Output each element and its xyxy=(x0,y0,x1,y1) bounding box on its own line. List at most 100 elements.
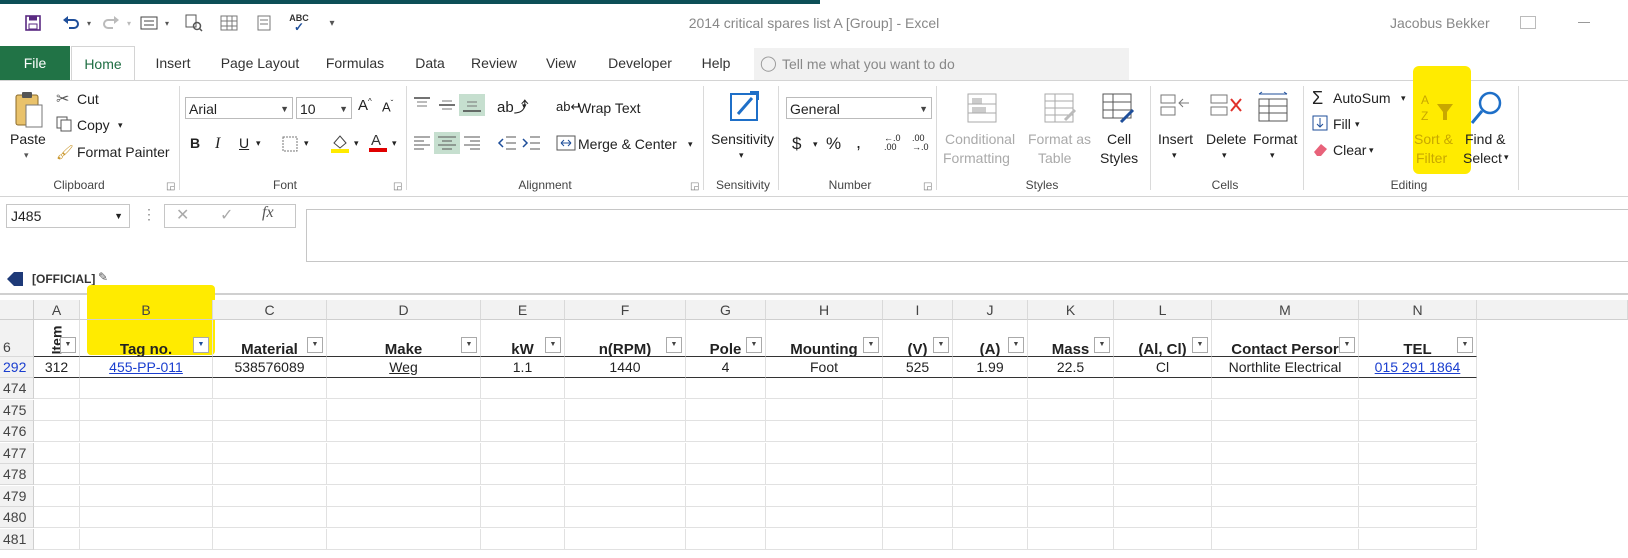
empty-cell[interactable] xyxy=(1359,528,1477,550)
borders-dropdown-icon[interactable]: ▾ xyxy=(304,138,309,149)
autosum-button[interactable]: AutoSum xyxy=(1333,90,1391,106)
empty-cell[interactable] xyxy=(1212,378,1359,399)
wrap-text-button[interactable]: Wrap Text xyxy=(578,100,641,116)
empty-cell[interactable] xyxy=(327,399,481,421)
merge-center-icon[interactable] xyxy=(556,134,576,155)
empty-cell[interactable] xyxy=(883,485,953,507)
number-launcher-icon[interactable]: ◲ xyxy=(923,181,932,192)
row-header[interactable]: 292 xyxy=(0,357,34,378)
empty-cell[interactable] xyxy=(883,421,953,442)
header-cell[interactable]: TEL ▼ xyxy=(1359,320,1477,357)
filter-dropdown-icon[interactable]: ▼ xyxy=(1457,337,1473,353)
empty-cell[interactable] xyxy=(953,442,1028,464)
empty-cell[interactable] xyxy=(481,399,565,421)
font-name-combo[interactable]: Arial ▼ xyxy=(185,97,293,119)
tab-insert[interactable]: Insert xyxy=(145,46,201,80)
format-as-table-label[interactable]: Format as xyxy=(1028,131,1091,147)
data-cell[interactable]: Weg xyxy=(327,357,481,378)
font-size-combo[interactable]: 10 ▼ xyxy=(296,97,352,119)
tell-me-search[interactable]: Tell me what you want to do xyxy=(754,48,1129,80)
eraser-icon[interactable] xyxy=(1312,141,1328,160)
empty-cell[interactable] xyxy=(686,442,766,464)
cell-styles-label[interactable]: Cell xyxy=(1107,131,1131,147)
data-cell[interactable]: 525 xyxy=(883,357,953,378)
data-cell[interactable]: 1440 xyxy=(565,357,686,378)
header-cell[interactable]: (Al, Cl) ▼ xyxy=(1114,320,1212,357)
empty-cell[interactable] xyxy=(565,464,686,485)
empty-cell[interactable] xyxy=(481,464,565,485)
empty-cell[interactable] xyxy=(1114,399,1212,421)
empty-cell[interactable] xyxy=(766,528,883,550)
empty-cell[interactable] xyxy=(1359,464,1477,485)
empty-cell[interactable] xyxy=(565,485,686,507)
data-cell[interactable]: Foot xyxy=(766,357,883,378)
empty-cell[interactable] xyxy=(953,464,1028,485)
header-cell[interactable]: Tag no. ▼ xyxy=(80,320,213,357)
fill-color-icon[interactable] xyxy=(330,133,350,156)
paste-label[interactable]: Paste xyxy=(10,131,46,147)
name-box[interactable]: J485 ▼ xyxy=(6,204,130,228)
header-cell[interactable]: (A) ▼ xyxy=(953,320,1028,357)
tab-help[interactable]: Help xyxy=(694,46,738,80)
row-header[interactable]: 477 xyxy=(0,442,34,464)
tab-data[interactable]: Data xyxy=(408,46,452,80)
hyperlink[interactable]: 455-PP-011 xyxy=(109,359,183,375)
borders-icon[interactable] xyxy=(282,136,298,155)
empty-cell[interactable] xyxy=(1028,442,1114,464)
empty-cell[interactable] xyxy=(1359,442,1477,464)
autosum-icon[interactable]: Σ xyxy=(1312,88,1323,109)
empty-cell[interactable] xyxy=(213,378,327,399)
empty-cell[interactable] xyxy=(686,528,766,550)
empty-cell[interactable] xyxy=(213,507,327,528)
empty-cell[interactable] xyxy=(883,378,953,399)
empty-cell[interactable] xyxy=(80,421,213,442)
empty-cell[interactable] xyxy=(80,464,213,485)
empty-cell[interactable] xyxy=(327,507,481,528)
underline-icon[interactable]: U xyxy=(239,135,249,151)
data-cell[interactable]: 538576089 xyxy=(213,357,327,378)
tab-file[interactable]: File xyxy=(0,46,70,80)
clear-dropdown-icon[interactable]: ▾ xyxy=(1369,145,1374,156)
empty-cell[interactable] xyxy=(1359,399,1477,421)
percent-icon[interactable]: % xyxy=(826,134,841,154)
empty-cell[interactable] xyxy=(1359,507,1477,528)
tab-review[interactable]: Review xyxy=(465,46,523,80)
empty-cell[interactable] xyxy=(766,421,883,442)
empty-cell[interactable] xyxy=(1028,485,1114,507)
select-all-corner[interactable] xyxy=(0,300,34,320)
empty-cell[interactable] xyxy=(481,421,565,442)
align-right-icon[interactable] xyxy=(462,134,482,155)
empty-cell[interactable] xyxy=(327,421,481,442)
fill-icon[interactable] xyxy=(1312,115,1328,134)
align-left-icon[interactable] xyxy=(412,134,432,155)
chevron-down-icon[interactable]: ▼ xyxy=(114,205,123,227)
column-header-n[interactable]: N xyxy=(1359,300,1477,320)
empty-cell[interactable] xyxy=(327,485,481,507)
filter-dropdown-icon[interactable]: ▼ xyxy=(307,337,323,353)
empty-cell[interactable] xyxy=(34,485,80,507)
increase-decimal-icon[interactable]: ←.0.00 xyxy=(884,134,901,152)
align-center-icon[interactable] xyxy=(434,132,460,154)
empty-cell[interactable] xyxy=(213,528,327,550)
find-select-button-2[interactable]: Select xyxy=(1463,150,1502,166)
header-cell[interactable]: Material ▼ xyxy=(213,320,327,357)
column-header-j[interactable]: J xyxy=(953,300,1028,320)
sensitivity-dropdown-icon[interactable]: ▾ xyxy=(739,150,744,161)
empty-cell[interactable] xyxy=(1114,442,1212,464)
empty-cell[interactable] xyxy=(34,528,80,550)
header-cell[interactable]: Item ▼ xyxy=(34,320,80,357)
copy-button[interactable]: Copy xyxy=(77,117,110,133)
merge-center-button[interactable]: Merge & Center xyxy=(578,136,677,152)
italic-icon[interactable]: I xyxy=(215,135,220,153)
row-header[interactable]: 474 xyxy=(0,378,34,399)
hyperlink[interactable]: 015 291 1864 xyxy=(1375,359,1461,375)
format-painter-icon[interactable]: 🖌 xyxy=(56,144,74,161)
data-cell[interactable]: 015 291 1864 xyxy=(1359,357,1477,378)
autosum-dropdown-icon[interactable]: ▾ xyxy=(1401,93,1406,104)
empty-cell[interactable] xyxy=(34,442,80,464)
empty-cell[interactable] xyxy=(481,442,565,464)
filter-dropdown-icon[interactable]: ▼ xyxy=(666,337,682,353)
empty-cell[interactable] xyxy=(565,399,686,421)
comma-style-icon[interactable]: , xyxy=(856,132,861,153)
empty-cell[interactable] xyxy=(1114,528,1212,550)
